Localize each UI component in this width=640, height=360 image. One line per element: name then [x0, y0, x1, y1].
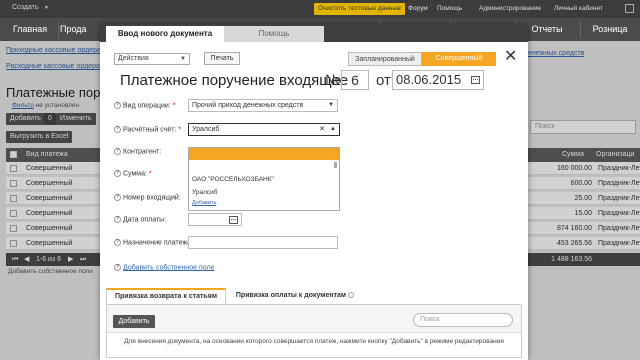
clear-icon[interactable]: ✕: [319, 124, 325, 135]
account-value: Уралсиб: [192, 126, 220, 133]
document-date-value: 08.06.2015: [396, 72, 462, 87]
tab-link-payment-documents[interactable]: Привязка оплаты к документам: [230, 288, 360, 304]
exit-icon[interactable]: [625, 4, 634, 13]
incoming-number-label: ? Номер входящий:: [114, 194, 181, 201]
nav-item-retail[interactable]: Розница: [582, 18, 638, 41]
help-icon[interactable]: ?: [114, 126, 121, 133]
calendar-icon[interactable]: [471, 76, 480, 84]
contractor-label: ? Контрагент:: [114, 148, 161, 155]
top-bar: Создать ▼ Очистить тестовые данные Форум…: [0, 0, 640, 18]
chevron-up-icon: ▲: [330, 126, 336, 132]
account-select[interactable]: Уралсиб ✕ ▲: [188, 123, 340, 136]
nav-item-reports[interactable]: Отчеты: [520, 18, 574, 41]
document-number-input[interactable]: 6: [341, 70, 369, 90]
dialog-tabs: Ввод нового документа Помощь: [100, 24, 528, 42]
sum-label: ? Сумма: *: [114, 170, 152, 177]
operation-type-value: Прочий приход денежных средств: [192, 102, 304, 109]
help-icon[interactable]: ?: [114, 148, 121, 155]
operation-type-select[interactable]: Прочий приход денежных средств ▼: [188, 99, 338, 112]
chevron-down-icon: ▼: [180, 56, 186, 62]
tab-new-document[interactable]: Ввод нового документа: [106, 26, 224, 42]
tab-link-return-articles[interactable]: Привязка возврата к статьям: [106, 288, 226, 305]
search-input[interactable]: Поиск: [413, 313, 513, 327]
dropdown-option[interactable]: ОАО "РОССЕЛЬХОЗБАНК": [192, 176, 274, 183]
actions-select[interactable]: Действия ▼: [114, 53, 190, 65]
add-button[interactable]: Добавить: [113, 315, 155, 328]
forum-link[interactable]: Форум: [408, 5, 428, 12]
create-menu[interactable]: Создать: [12, 4, 39, 11]
hint-text: Для внесения документа, на основании кот…: [124, 338, 504, 345]
help-icon[interactable]: ?: [114, 216, 121, 223]
help-icon[interactable]: ?: [114, 194, 121, 201]
help-icon[interactable]: ?: [114, 170, 121, 177]
actions-select-label: Действия: [118, 55, 149, 62]
dropdown-add-link[interactable]: Добавить: [192, 200, 216, 206]
nav-item-sales[interactable]: Прода: [60, 18, 100, 41]
status-completed-toggle[interactable]: Совершенный: [422, 52, 496, 66]
document-title: Платежное поручение входящее: [120, 72, 349, 89]
status-planned-toggle[interactable]: Запланированный: [348, 52, 422, 66]
add-custom-field-link[interactable]: ? Добавить собственное поле: [114, 264, 215, 271]
payment-date-input[interactable]: [188, 213, 242, 226]
admin-link[interactable]: Администрирование: [479, 5, 541, 12]
nav-divider: [580, 21, 581, 38]
tab-help[interactable]: Помощь: [224, 26, 324, 42]
dropdown-option[interactable]: Уралсиб: [192, 189, 217, 196]
help-link[interactable]: Помощь: [437, 5, 462, 12]
dropdown-highlight[interactable]: [189, 148, 339, 160]
chevron-down-icon: ▼: [328, 102, 334, 108]
account-dropdown: ОАО "РОССЕЛЬХОЗБАНК" Уралсиб Добавить: [188, 147, 340, 211]
date-prefix: от: [376, 72, 391, 89]
document-date-input[interactable]: 08.06.2015: [392, 70, 484, 90]
payment-purpose-label: ? Назначение платежа:: [114, 239, 193, 246]
payment-purpose-input[interactable]: [188, 236, 338, 249]
dropdown-scrollbar[interactable]: [334, 162, 337, 168]
calendar-icon[interactable]: [229, 216, 238, 224]
nav-divider: [58, 21, 59, 38]
print-button[interactable]: Печать: [204, 52, 240, 65]
nav-item-home[interactable]: Главная: [4, 18, 56, 41]
help-icon[interactable]: ?: [114, 264, 121, 271]
close-icon[interactable]: ✕: [504, 46, 517, 66]
help-icon[interactable]: [348, 292, 355, 299]
bottom-toolbar: Добавить Поиск: [107, 305, 521, 333]
operation-type-label: ? Вид операции: *: [114, 102, 175, 109]
clear-test-data-button[interactable]: Очистить тестовые данные: [314, 3, 405, 15]
account-link[interactable]: Личный кабинет: [554, 5, 603, 12]
help-icon[interactable]: ?: [114, 102, 121, 109]
number-sign: №: [325, 72, 342, 89]
account-label: ? Расчётный счёт: *: [114, 126, 181, 133]
bottom-panel: Добавить Поиск Для внесения документа, н…: [106, 304, 522, 358]
bottom-tabs: Привязка возврата к статьям Привязка опл…: [106, 288, 522, 305]
new-document-dialog: Ввод нового документа Помощь Действия ▼ …: [100, 24, 528, 360]
help-icon[interactable]: ?: [114, 239, 121, 246]
chevron-down-icon: ▼: [44, 5, 49, 11]
payment-date-label: ? Дата оплаты:: [114, 216, 166, 223]
